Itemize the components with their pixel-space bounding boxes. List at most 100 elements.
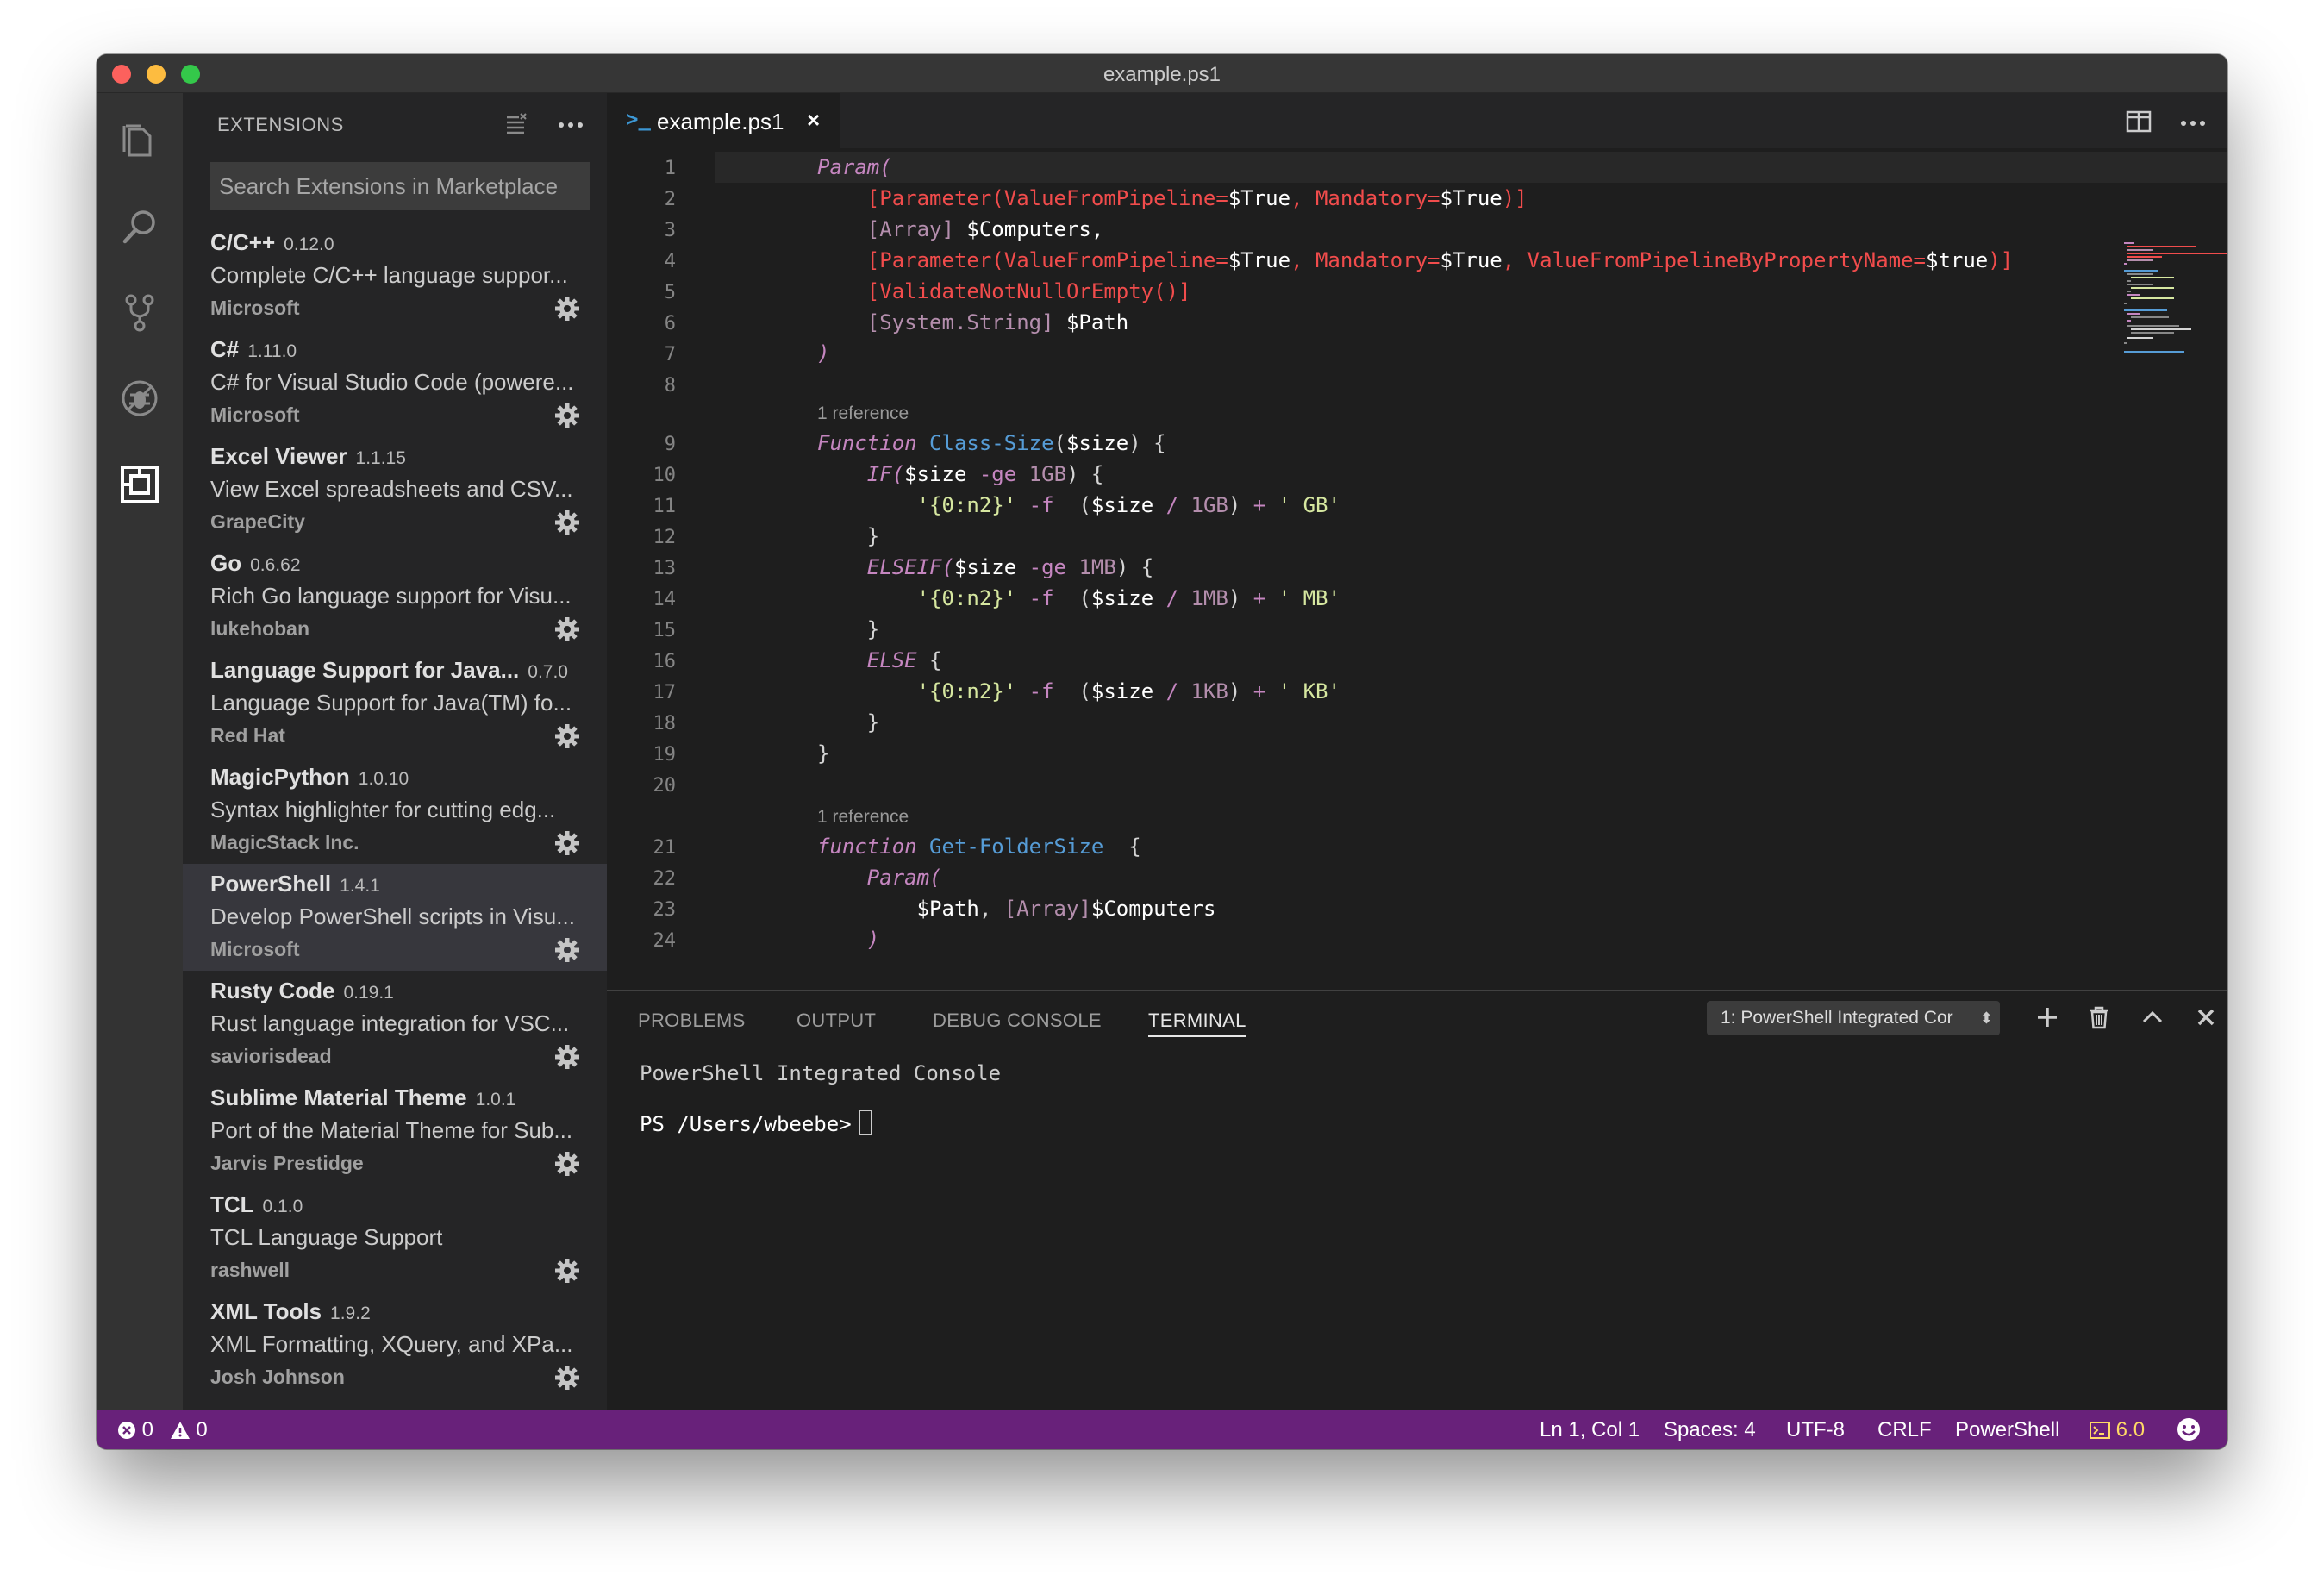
code-line: 15 }: [653, 617, 880, 641]
code-line: 7): [664, 341, 830, 366]
terminal-cursor: [858, 1110, 872, 1135]
gear-icon[interactable]: [553, 936, 581, 964]
extension-publisher: Microsoft: [210, 938, 300, 960]
extension-version: 0.12.0: [284, 234, 334, 254]
extension-item[interactable]: MagicPython 1.0.10 Syntax highlighter for…: [183, 757, 607, 864]
error-count: 0: [141, 1418, 154, 1441]
search-icon[interactable]: [119, 205, 160, 247]
close-panel-icon[interactable]: [2193, 1004, 2219, 1030]
sidebar-title: EXTENSIONS: [217, 114, 344, 135]
code-line: 11 '{0:n2}' -f ($size / 1GB) + ' GB': [653, 493, 1340, 517]
extension-item[interactable]: Go 0.6.62 Rich Go language support for Vi…: [183, 543, 607, 650]
gear-icon[interactable]: [553, 722, 581, 750]
powershell-version[interactable]: 6.0: [2090, 1418, 2145, 1446]
trash-icon[interactable]: [2086, 1004, 2112, 1030]
gear-icon[interactable]: [553, 295, 581, 322]
error-icon: [117, 1421, 136, 1446]
gear-icon[interactable]: [553, 1364, 581, 1391]
codelens-reference[interactable]: 1 reference: [817, 401, 909, 427]
extension-item[interactable]: TCL 0.1.0 TCL Language Support rashwell: [183, 1185, 607, 1291]
more-actions-icon[interactable]: [555, 112, 586, 138]
smiley-feedback-icon[interactable]: [2176, 1416, 2202, 1448]
extension-publisher: Microsoft: [210, 403, 300, 426]
minimap[interactable]: [2124, 241, 2227, 397]
gear-icon[interactable]: [553, 402, 581, 429]
gear-icon[interactable]: [553, 1257, 581, 1285]
extension-publisher: rashwell: [210, 1259, 290, 1281]
extension-description: Rich Go language support for Visu...: [210, 583, 572, 609]
extension-name: TCL: [210, 1191, 254, 1217]
terminal-header: PowerShell Integrated Console: [640, 1061, 1002, 1085]
extension-item[interactable]: C# 1.11.0 C# for Visual Studio Code (powe…: [183, 329, 607, 436]
status-bar: 0 0 Ln 1, Col 1 Spaces: 4 UTF-8 CRLF Pow…: [97, 1410, 2227, 1449]
terminal-select[interactable]: 1: PowerShell Integrated Cor ⬍: [1707, 1001, 2000, 1035]
tab-debug-console[interactable]: DEBUG CONSOLE: [933, 1010, 1102, 1032]
encoding[interactable]: UTF-8: [1786, 1418, 1845, 1442]
files-icon[interactable]: [119, 121, 160, 162]
gear-icon[interactable]: [553, 1150, 581, 1178]
cursor-position[interactable]: Ln 1, Col 1: [1540, 1418, 1640, 1442]
maximize-panel-icon[interactable]: [2140, 1004, 2165, 1030]
code-line: 16 ELSE {: [653, 648, 942, 672]
tab-output[interactable]: OUTPUT: [797, 1010, 876, 1032]
gear-icon[interactable]: [553, 1043, 581, 1071]
terminal-version-icon: [2090, 1421, 2110, 1446]
gear-icon[interactable]: [553, 616, 581, 643]
extension-name: PowerShell: [210, 871, 332, 897]
extension-item[interactable]: Excel Viewer 1.1.15 View Excel spreadshee…: [183, 436, 607, 543]
problems-status[interactable]: 0 0: [117, 1418, 208, 1446]
gear-icon[interactable]: [553, 509, 581, 536]
warning-count: 0: [196, 1418, 208, 1441]
extension-name: C#: [210, 336, 240, 362]
app-window: example.ps1 EXTENSIONS C/C++0.1: [97, 54, 2227, 1449]
window-title: example.ps1: [1103, 63, 1221, 86]
extension-item[interactable]: Sublime Material Theme 1.0.1 Port of the …: [183, 1078, 607, 1185]
extension-list: C/C++ 0.12.0 Complete C/C++ language supp…: [183, 222, 607, 1398]
extension-item[interactable]: Rusty Code 0.19.1 Rust language integrati…: [183, 971, 607, 1078]
gear-icon[interactable]: [553, 829, 581, 857]
code-line: 6 [System.String] $Path: [664, 310, 1129, 334]
tab-label: example.ps1: [657, 109, 784, 134]
code-line: 18 }: [653, 710, 880, 735]
code-editor[interactable]: 1 Param( 2 [Parameter(ValueFromPipeline=$…: [607, 148, 2227, 990]
extension-version: 1.1.15: [355, 448, 406, 468]
extension-item-selected[interactable]: PowerShell 1.4.1 Develop PowerShell scrip…: [183, 864, 607, 971]
extension-version: 1.0.10: [358, 769, 409, 789]
code-line: 12 }: [653, 524, 880, 548]
extension-item[interactable]: C/C++ 0.12.0 Complete C/C++ language supp…: [183, 222, 607, 329]
tab-example-ps1[interactable]: >_ example.ps1 ×: [607, 93, 840, 148]
editor-more-actions-icon[interactable]: [2177, 110, 2208, 136]
code-line: 24 ): [653, 928, 880, 952]
code-line: 13 ELSEIF($size -ge 1MB) {: [653, 555, 1154, 579]
codelens-reference[interactable]: 1 reference: [817, 804, 909, 830]
editor-tab-bar: >_ example.ps1 ×: [607, 93, 2227, 148]
extension-description: C# for Visual Studio Code (powere...: [210, 369, 574, 395]
extension-item[interactable]: XML Tools 1.9.2 XML Formatting, XQuery, a…: [183, 1291, 607, 1398]
code-line: 10 IF($size -ge 1GB) {: [653, 462, 1104, 486]
tab-problems[interactable]: PROBLEMS: [638, 1010, 746, 1032]
split-editor-icon[interactable]: [2126, 110, 2152, 133]
end-of-line[interactable]: CRLF: [1877, 1418, 1932, 1442]
source-control-icon[interactable]: [119, 291, 160, 333]
extension-version: 1.11.0: [247, 341, 297, 361]
search-extensions-input[interactable]: [210, 162, 590, 210]
indentation[interactable]: Spaces: 4: [1664, 1418, 1756, 1442]
terminal-prompt: PS /Users/wbeebe>: [640, 1112, 852, 1136]
tab-terminal[interactable]: TERMINAL: [1148, 1010, 1246, 1037]
extension-version: 0.1.0: [262, 1197, 303, 1216]
debug-icon[interactable]: [119, 378, 160, 419]
extension-version: 0.19.1: [343, 983, 394, 1003]
activity-bar: [97, 93, 183, 1410]
extension-publisher: MagicStack Inc.: [210, 831, 359, 853]
extension-item[interactable]: Language Support for Java... 0.7.0 Langua…: [183, 650, 607, 757]
terminal-prompt-line[interactable]: PS /Users/wbeebe>: [640, 1110, 872, 1136]
code-line: 5 [ValidateNotNullOrEmpty()]: [664, 279, 1191, 303]
add-terminal-icon[interactable]: [2034, 1004, 2060, 1030]
language-mode[interactable]: PowerShell: [1955, 1418, 2059, 1442]
extensions-icon[interactable]: [119, 464, 160, 505]
tab-close-icon[interactable]: ×: [807, 107, 820, 134]
code-line: 22 Param(: [653, 866, 942, 890]
extension-version: 0.7.0: [528, 662, 568, 682]
clear-extensions-icon[interactable]: [503, 112, 529, 138]
powershell-version-label: 6.0: [2115, 1418, 2146, 1441]
